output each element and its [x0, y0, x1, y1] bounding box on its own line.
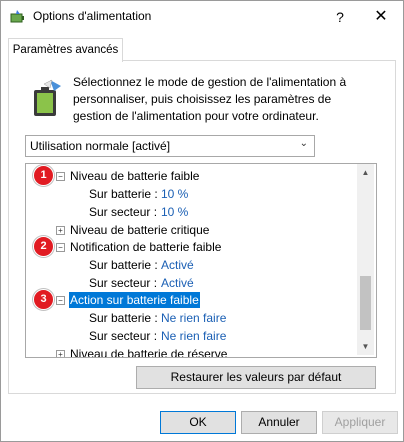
tab-advanced-settings[interactable]: Paramètres avancés	[8, 38, 123, 62]
setting-value-link[interactable]: 10 %	[161, 205, 188, 219]
tree-item-low-battery-action[interactable]: − Action sur batterie faible	[26, 292, 356, 309]
help-button[interactable]: ?	[323, 3, 357, 31]
power-plan-value: Utilisation normale [activé]	[30, 139, 171, 153]
tree-subitem[interactable]: Sur secteur : Activé	[26, 275, 356, 292]
restore-defaults-button[interactable]: Restaurer les valeurs par défaut	[136, 366, 376, 389]
scrollbar-thumb[interactable]	[360, 276, 371, 330]
collapse-icon[interactable]: −	[56, 243, 65, 252]
tree-subitem[interactable]: Sur batterie : Activé	[26, 257, 356, 274]
ok-button[interactable]: OK	[160, 411, 236, 434]
apply-button[interactable]: Appliquer	[322, 411, 398, 434]
expand-icon[interactable]: +	[56, 350, 65, 357]
description-text: Sélectionnez le mode de gestion de l'ali…	[73, 75, 347, 123]
settings-tree[interactable]: − Niveau de batterie faible Sur batterie…	[25, 163, 377, 358]
close-button[interactable]: ✕	[361, 3, 401, 31]
setting-value-link[interactable]: Ne rien faire	[161, 311, 226, 325]
power-plan-select[interactable]: Utilisation normale [activé] ⌄	[25, 135, 315, 157]
callout-badge-3: 3	[33, 289, 54, 310]
subitem-label: Sur secteur :	[89, 276, 158, 290]
chevron-down-icon[interactable]: ⌄	[300, 138, 308, 149]
battery-icon	[34, 79, 61, 116]
tree-scrollbar[interactable]: ▲ ▼	[357, 164, 374, 355]
setting-value-link[interactable]: 10 %	[161, 187, 188, 201]
tree-subitem[interactable]: Sur secteur : 10 %	[26, 204, 356, 221]
subitem-label: Sur secteur :	[89, 205, 158, 219]
tree-item-critical-battery-level[interactable]: + Niveau de batterie critique	[26, 222, 356, 239]
callout-badge-2: 2	[33, 236, 54, 257]
collapse-icon[interactable]: −	[56, 296, 65, 305]
collapse-icon[interactable]: −	[56, 172, 65, 181]
title-bar: Options d'alimentation ? ✕	[1, 1, 403, 32]
tree-item-label: Notification de batterie faible	[70, 240, 222, 254]
tree-item-label: Niveau de batterie faible	[70, 169, 200, 183]
subitem-label: Sur batterie :	[89, 258, 158, 272]
callout-badge-1: 1	[33, 165, 54, 186]
subitem-label: Sur secteur :	[89, 329, 158, 343]
tree-subitem[interactable]: Sur batterie : Ne rien faire	[26, 310, 356, 327]
setting-value-link[interactable]: Ne rien faire	[161, 329, 226, 343]
setting-value-link[interactable]: Activé	[161, 276, 194, 290]
subitem-label: Sur batterie :	[89, 187, 158, 201]
tree-item-label: Action sur batterie faible	[69, 292, 200, 308]
expand-icon[interactable]: +	[56, 226, 65, 235]
tree-item-reserve-battery-level[interactable]: + Niveau de batterie de réserve	[26, 346, 356, 358]
setting-value-link[interactable]: Activé	[161, 258, 194, 272]
subitem-label: Sur batterie :	[89, 311, 158, 325]
cancel-button[interactable]: Annuler	[241, 411, 317, 434]
power-options-icon	[10, 10, 24, 23]
tree-subitem[interactable]: Sur batterie : 10 %	[26, 186, 356, 203]
tree-item-label: Niveau de batterie critique	[70, 223, 210, 237]
scroll-up-arrow-icon[interactable]: ▲	[357, 164, 374, 181]
scroll-down-arrow-icon[interactable]: ▼	[357, 338, 374, 355]
tree-item-label: Niveau de batterie de réserve	[70, 347, 228, 358]
tree-subitem[interactable]: Sur secteur : Ne rien faire	[26, 328, 356, 345]
window-title: Options d'alimentation	[33, 9, 152, 23]
tree-item-low-battery-level[interactable]: − Niveau de batterie faible	[26, 168, 356, 185]
tree-item-low-battery-notification[interactable]: − Notification de batterie faible	[26, 239, 356, 256]
